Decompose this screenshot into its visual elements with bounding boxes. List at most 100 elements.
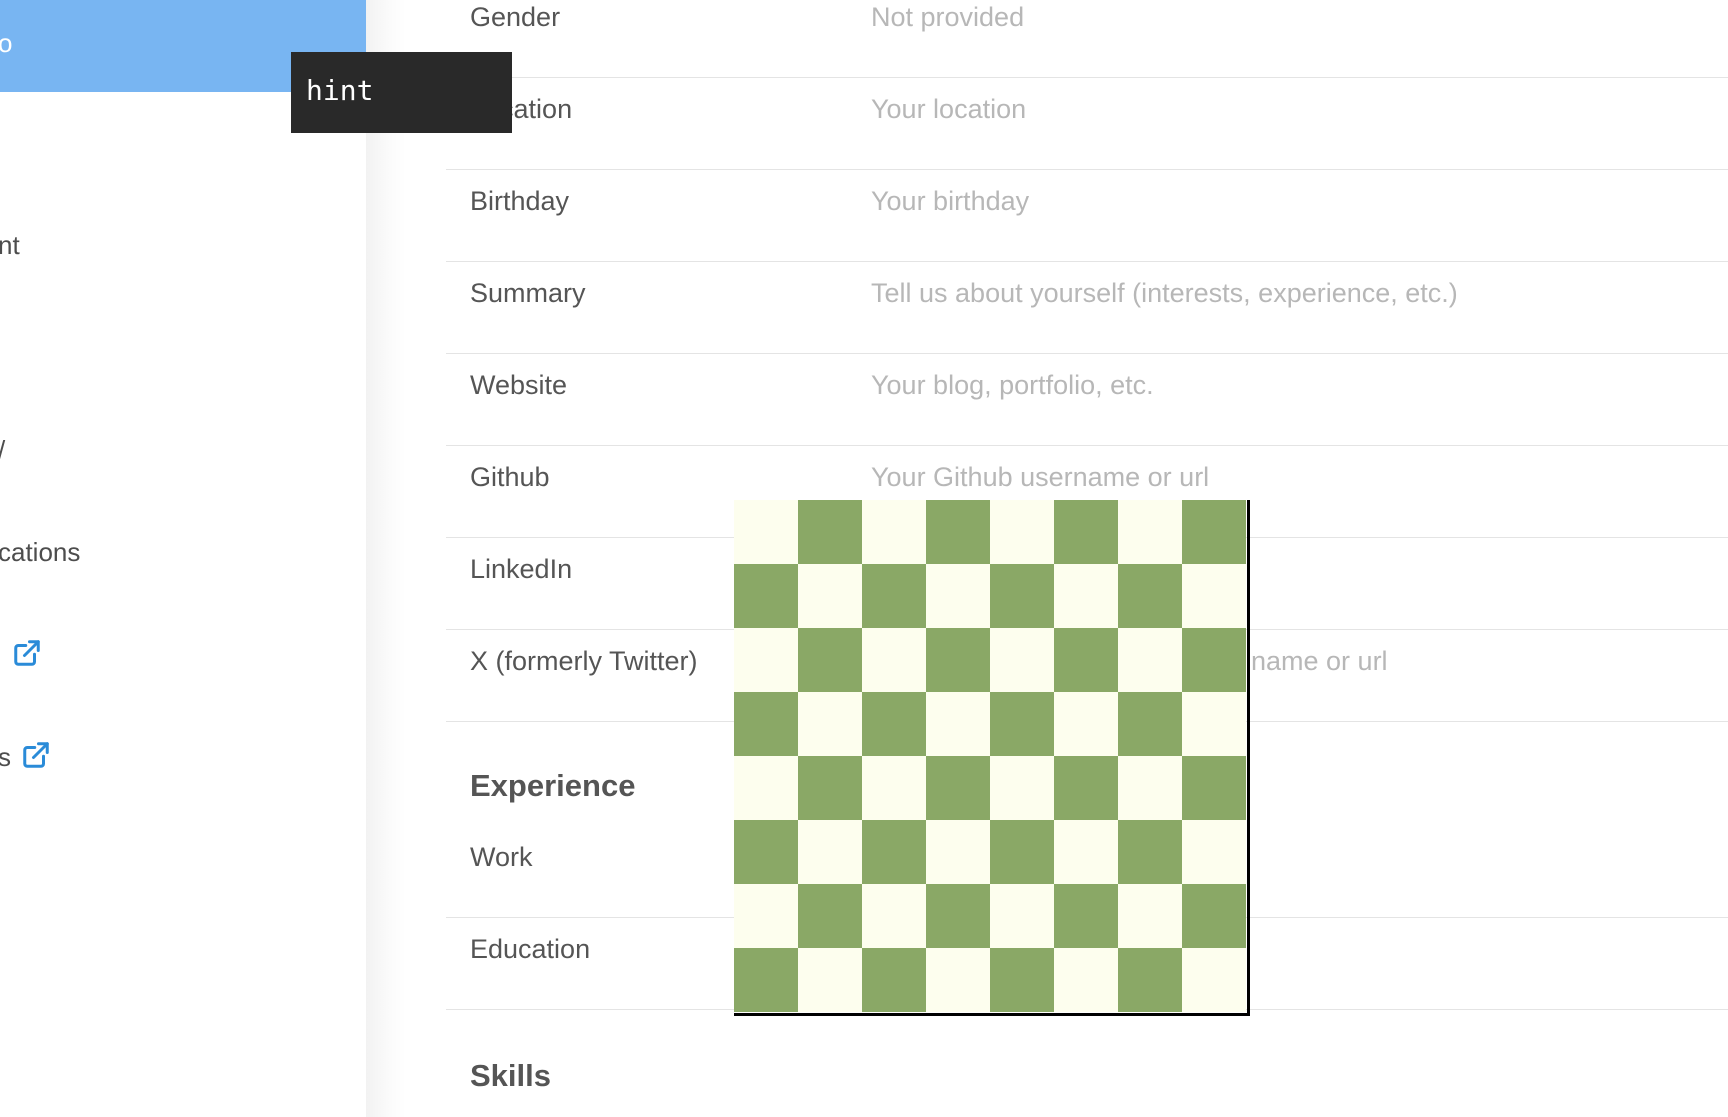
board-square[interactable] [1054, 500, 1118, 564]
board-square[interactable] [734, 884, 798, 948]
board-square[interactable] [926, 756, 990, 820]
row-value[interactable]: Your blog, portfolio, etc. [871, 370, 1154, 401]
sidebar-item-external[interactable]: s [0, 742, 11, 773]
profile-row-website[interactable]: Website Your blog, portfolio, etc. [446, 354, 1728, 446]
board-square[interactable] [926, 948, 990, 1012]
row-label: Summary [470, 278, 586, 308]
board-square[interactable] [734, 500, 798, 564]
board-square[interactable] [798, 820, 862, 884]
row-label: Gender [470, 2, 561, 32]
row-label: Education [470, 934, 591, 964]
row-value[interactable]: Tell us about yourself (interests, exper… [871, 278, 1458, 309]
board-square[interactable] [862, 628, 926, 692]
profile-row-location[interactable]: Location Your location [446, 78, 1728, 170]
board-square[interactable] [798, 948, 862, 1012]
board-square[interactable] [734, 628, 798, 692]
board-square[interactable] [990, 564, 1054, 628]
board-square[interactable] [862, 692, 926, 756]
board-square[interactable] [798, 564, 862, 628]
board-square[interactable] [1182, 820, 1246, 884]
board-square[interactable] [862, 564, 926, 628]
row-value[interactable]: Your Github username or url [871, 462, 1209, 493]
board-square[interactable] [1054, 756, 1118, 820]
board-square[interactable] [1118, 884, 1182, 948]
row-value[interactable]: Your location [871, 94, 1026, 125]
board-square[interactable] [1054, 628, 1118, 692]
board-square[interactable] [1118, 692, 1182, 756]
board-square[interactable] [734, 692, 798, 756]
board-square[interactable] [862, 948, 926, 1012]
board-square[interactable] [1118, 948, 1182, 1012]
board-square[interactable] [1118, 500, 1182, 564]
profile-row-gender[interactable]: Gender Not provided [446, 0, 1728, 78]
board-square[interactable] [1118, 756, 1182, 820]
external-link-icon[interactable] [21, 740, 51, 770]
board-square[interactable] [1118, 628, 1182, 692]
board-square[interactable] [734, 756, 798, 820]
board-square[interactable] [798, 756, 862, 820]
row-value[interactable]: Your birthday [871, 186, 1029, 217]
experience-heading: Experience [470, 768, 636, 803]
board-square[interactable] [862, 500, 926, 564]
board-square[interactable] [990, 500, 1054, 564]
board-square[interactable] [1182, 564, 1246, 628]
board-square[interactable] [862, 820, 926, 884]
row-label: X (formerly Twitter) [470, 646, 698, 676]
board-square[interactable] [798, 500, 862, 564]
board-square[interactable] [862, 884, 926, 948]
row-value[interactable]: Not provided [871, 2, 1024, 33]
board-square[interactable] [734, 564, 798, 628]
board-square[interactable] [1118, 564, 1182, 628]
row-label: Work [470, 842, 533, 872]
board-square[interactable] [1054, 948, 1118, 1012]
external-link-icon[interactable] [12, 638, 42, 668]
checkerboard[interactable] [734, 500, 1250, 1016]
board-square[interactable] [1182, 756, 1246, 820]
profile-row-summary[interactable]: Summary Tell us about yourself (interest… [446, 262, 1728, 354]
tooltip: hint [291, 52, 512, 133]
board-square[interactable] [926, 820, 990, 884]
board-square[interactable] [1054, 884, 1118, 948]
sidebar-item-label: s [0, 742, 11, 772]
board-square[interactable] [1054, 820, 1118, 884]
board-square[interactable] [926, 692, 990, 756]
board-square[interactable] [990, 692, 1054, 756]
profile-row-birthday[interactable]: Birthday Your birthday [446, 170, 1728, 262]
board-square[interactable] [862, 756, 926, 820]
board-square[interactable] [926, 564, 990, 628]
board-square[interactable] [1054, 564, 1118, 628]
board-square[interactable] [1182, 948, 1246, 1012]
skills-heading: Skills [470, 1058, 551, 1093]
sidebar-item-notifications[interactable]: cations [0, 537, 80, 568]
board-square[interactable] [990, 820, 1054, 884]
board-square[interactable] [990, 628, 1054, 692]
row-label: LinkedIn [470, 554, 573, 584]
board-square[interactable] [926, 628, 990, 692]
board-square[interactable] [926, 884, 990, 948]
board-square[interactable] [926, 500, 990, 564]
board-square[interactable] [734, 820, 798, 884]
sidebar-item-label: o [0, 28, 13, 58]
board-square[interactable] [1182, 628, 1246, 692]
sidebar-item[interactable]: nt [0, 230, 20, 261]
board-square[interactable] [734, 948, 798, 1012]
sidebar-item-label: nt [0, 230, 20, 260]
board-square[interactable] [798, 628, 862, 692]
row-label: Github [470, 462, 550, 492]
row-label: Birthday [470, 186, 570, 216]
sidebar-item-label: cations [0, 537, 81, 567]
board-square[interactable] [1182, 884, 1246, 948]
board-square[interactable] [1182, 692, 1246, 756]
board-square[interactable] [798, 884, 862, 948]
board-square[interactable] [1054, 692, 1118, 756]
board-square[interactable] [990, 884, 1054, 948]
sidebar-item-label: / [0, 435, 5, 465]
sidebar-item[interactable]: / [0, 435, 5, 466]
row-value[interactable]: name or url [1251, 646, 1388, 677]
board-square[interactable] [990, 756, 1054, 820]
board-square[interactable] [1182, 500, 1246, 564]
sidebar-divider [366, 0, 406, 1117]
board-square[interactable] [798, 692, 862, 756]
board-square[interactable] [990, 948, 1054, 1012]
board-square[interactable] [1118, 820, 1182, 884]
